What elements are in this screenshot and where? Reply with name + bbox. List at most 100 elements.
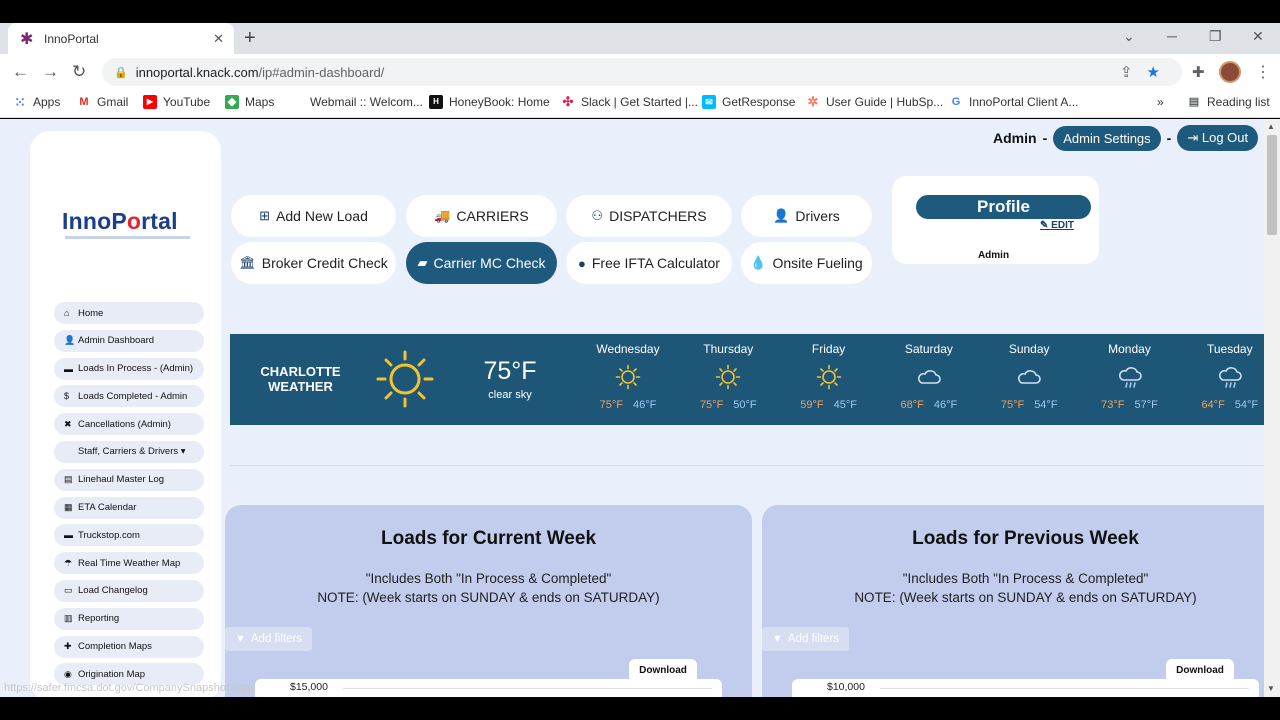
browser-tab[interactable]: ✱ InnoPortal ✕: [8, 23, 234, 54]
more-bookmarks-icon[interactable]: »: [1157, 95, 1164, 109]
profile-title: Profile: [916, 195, 1091, 219]
sidebar-item-0[interactable]: ⌂ Home: [54, 302, 204, 324]
carriers-button[interactable]: 🚚 CARRIERS: [406, 195, 557, 237]
fuel-drop-icon: 💧: [750, 255, 767, 270]
forward-icon[interactable]: →: [42, 62, 59, 82]
address-bar[interactable]: 🔒 innoportal.knack.com/ip#admin-dashboar…: [102, 58, 1182, 86]
gridline: [343, 688, 712, 689]
broker-credit-check-button[interactable]: 🏛 Broker Credit Check: [231, 242, 396, 284]
reading-list[interactable]: ▤ Reading list: [1187, 95, 1270, 109]
forecast-high: 73°F: [1101, 399, 1125, 411]
forecast-day: Wednesday 75°F 46°F: [578, 342, 678, 411]
sidebar-item-9[interactable]: ☂ Real Time Weather Map: [54, 552, 204, 575]
envelope-icon: ✉: [702, 95, 716, 109]
sidebar-item-4[interactable]: ✖ Cancellations (Admin): [54, 413, 204, 436]
forecast-day-name: Thursday: [703, 342, 754, 356]
ifta-calculator-button[interactable]: ● Free IFTA Calculator: [566, 242, 732, 284]
chrome-menu-icon[interactable]: ⋮: [1255, 62, 1271, 82]
scrollbar-thumb[interactable]: [1267, 135, 1277, 235]
omnibox-icons: ⇪ ★: [1120, 63, 1160, 81]
forecast-high: 68°F: [900, 399, 924, 411]
forecast-temps: 75°F 50°F: [678, 399, 778, 411]
chart-area: $15,000: [255, 679, 722, 697]
forecast-day-name: Tuesday: [1207, 342, 1253, 356]
scroll-down-icon[interactable]: ▼: [1267, 684, 1275, 693]
forecast-low: 54°F: [1234, 399, 1259, 411]
bookmark-star-icon[interactable]: ★: [1147, 63, 1160, 81]
forecast-day: Sunday 75°F 54°F: [979, 342, 1079, 411]
logout-button[interactable]: ⇥ Log Out: [1177, 125, 1259, 151]
onsite-fueling-button[interactable]: 💧 Onsite Fueling: [741, 242, 872, 284]
sidebar-item-1[interactable]: 👤 Admin Dashboard: [54, 329, 204, 352]
restore-icon[interactable]: ❐: [1209, 28, 1222, 45]
close-tab-icon[interactable]: ✕: [213, 31, 224, 47]
carrier-mc-check-button[interactable]: ▰ Carrier MC Check: [406, 242, 557, 284]
weather-city: CHARLOTTE WEATHER: [260, 364, 341, 394]
new-tab-icon[interactable]: +: [244, 27, 256, 50]
sidebar-item-8[interactable]: ▬ Truckstop.com: [54, 524, 204, 547]
extensions-icon[interactable]: ✚: [1192, 63, 1205, 81]
panel-note: "Includes Both "In Process & Completed" N…: [854, 571, 1197, 605]
forecast-temps: 68°F 46°F: [879, 399, 979, 411]
drivers-button[interactable]: 👤 Drivers: [741, 195, 872, 237]
add-new-load-button[interactable]: ⊞ Add New Load: [231, 195, 396, 237]
minimize-icon[interactable]: ─: [1167, 28, 1177, 44]
sidebar-item-10[interactable]: ▭ Load Changelog: [54, 579, 204, 602]
bookmark-honeybook[interactable]: H HoneyBook: Home: [429, 95, 550, 109]
bookmark-getresponse[interactable]: ✉ GetResponse: [702, 95, 795, 109]
reload-icon[interactable]: ↻: [72, 62, 86, 82]
panel-title: Loads for Previous Week: [912, 528, 1139, 549]
current-temp: 75°F: [483, 357, 537, 385]
share-icon[interactable]: ⇪: [1120, 63, 1133, 81]
y-axis-tick: $10,000: [827, 681, 865, 693]
gmail-icon: M: [79, 96, 89, 108]
forecast-day: Monday 73°F 57°F: [1080, 342, 1180, 411]
sidebar-item-2[interactable]: ▬ Loads In Process - (Admin): [54, 357, 204, 380]
close-window-icon[interactable]: ✕: [1252, 28, 1264, 45]
sidebar-item-label: Reporting: [78, 613, 120, 625]
tab-search-icon[interactable]: ⌄: [1123, 28, 1135, 45]
url-text: innoportal.knack.com/ip#admin-dashboard/: [135, 64, 385, 80]
sidebar-item-label: Admin Dashboard: [78, 335, 155, 347]
bookmark-slack[interactable]: ✣ Slack | Get Started |...: [561, 95, 698, 110]
separator: -: [1166, 130, 1172, 146]
forecast-temps: 64°F 54°F: [1180, 399, 1264, 411]
forecast-day: Friday 59°F 45°F: [779, 342, 879, 411]
sidebar-item-6[interactable]: ▤ Linehaul Master Log: [54, 468, 204, 491]
bookmark-gmail[interactable]: M Gmail: [77, 95, 128, 109]
book-icon: ▰: [417, 255, 428, 270]
admin-settings-button[interactable]: Admin Settings: [1053, 125, 1161, 151]
weather-widget: CHARLOTTE WEATHER 75°F clear sky Wednesda…: [230, 334, 1264, 425]
bookmark-apps[interactable]: ⁙ Apps: [13, 95, 60, 109]
back-icon[interactable]: ←: [12, 62, 29, 82]
lock-icon: 🔒: [114, 66, 128, 79]
bookmark-hubspot[interactable]: ✲ User Guide | HubSp...: [806, 95, 944, 110]
sidebar-item-5[interactable]: Staff, Carriers & Drivers ▾: [54, 440, 204, 463]
forecast-temps: 75°F 46°F: [578, 399, 678, 411]
bookmark-maps[interactable]: ◆ Maps: [225, 95, 274, 109]
bookmark-webmail[interactable]: Webmail :: Welcom...: [310, 95, 423, 109]
sidebar-item-icon: ▦: [64, 502, 73, 513]
profile-name: Admin: [977, 250, 1010, 261]
sidebar-item-12[interactable]: ✚ Completion Maps: [54, 635, 204, 658]
edit-profile-link[interactable]: ✎ EDIT: [1040, 220, 1074, 231]
scroll-up-icon[interactable]: ▲: [1267, 122, 1275, 131]
add-filters-button[interactable]: ▼ Add filters: [762, 627, 850, 651]
bookmark-youtube[interactable]: ▶ YouTube: [143, 95, 210, 109]
panel-title: Loads for Current Week: [380, 528, 597, 549]
sidebar-item-11[interactable]: ▥ Reporting: [54, 607, 204, 630]
forecast-low: 46°F: [933, 399, 958, 411]
gridline: [880, 688, 1249, 689]
bookmarks-bar: ⁙ Apps M Gmail ▶ YouTube ◆ Maps Webmail :: W…: [0, 90, 1280, 118]
sidebar-item-3[interactable]: $ Loads Completed - Admin: [54, 385, 204, 408]
forecast-high: 59°F: [800, 399, 824, 411]
dispatchers-button[interactable]: ⚇ DISPATCHERS: [566, 195, 732, 237]
bookmark-innoportal-client[interactable]: G InnoPortal Client A...: [949, 95, 1079, 109]
profile-avatar[interactable]: [1219, 61, 1241, 83]
forecast-low: 46°F: [633, 399, 657, 411]
screen: ✱ InnoPortal ✕ + ⌄ ─ ❐ ✕ ← → ↻ 🔒 innopor…: [0, 0, 1280, 720]
add-filters-button[interactable]: ▼ Add filters: [225, 627, 313, 651]
sidebar-item-7[interactable]: ▦ ETA Calendar: [54, 496, 204, 519]
users-icon: ⚇: [591, 208, 604, 223]
rain-cloud-icon: [1217, 364, 1243, 390]
